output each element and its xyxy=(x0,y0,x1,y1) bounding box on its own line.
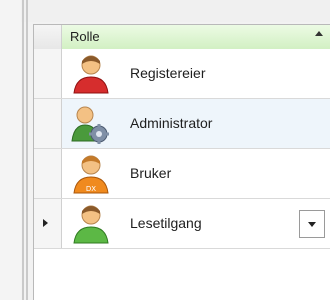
row-indicator[interactable] xyxy=(34,49,62,98)
row-indicator[interactable] xyxy=(34,149,62,198)
row-indicator[interactable] xyxy=(34,199,62,248)
top-toolbar-area xyxy=(0,0,330,22)
table-row[interactable]: DX Bruker xyxy=(34,149,330,199)
table-row[interactable]: Registereier xyxy=(34,49,330,99)
table-row[interactable]: Administrator xyxy=(34,99,330,149)
column-header-rolle[interactable]: Rolle xyxy=(70,29,100,44)
row-label: Administrator xyxy=(130,115,213,131)
user-red-icon xyxy=(73,55,109,94)
roles-grid: Rolle Registereier Administrator DX Bruk… xyxy=(33,24,330,300)
row-label: Bruker xyxy=(130,165,172,181)
user-green-icon xyxy=(73,205,109,244)
users-gear-icon xyxy=(71,106,109,144)
sort-ascending-icon[interactable] xyxy=(315,31,323,36)
role-dropdown-button[interactable] xyxy=(299,210,325,238)
user-dx-icon: DX xyxy=(73,155,109,194)
table-row[interactable]: Lesetilgang xyxy=(34,199,330,249)
svg-text:DX: DX xyxy=(86,185,96,193)
dropdown-arrow-icon xyxy=(308,222,316,227)
grid-header: Rolle xyxy=(34,25,330,50)
row-label: Registereier xyxy=(130,65,206,81)
row-label: Lesetilgang xyxy=(130,215,202,231)
header-indicator-cell xyxy=(34,25,62,49)
row-indicator[interactable] xyxy=(34,99,62,148)
current-row-indicator-icon xyxy=(43,219,48,227)
left-panel-edge xyxy=(0,0,21,300)
splitter-line[interactable] xyxy=(22,0,24,300)
splitter-line[interactable] xyxy=(26,0,28,300)
